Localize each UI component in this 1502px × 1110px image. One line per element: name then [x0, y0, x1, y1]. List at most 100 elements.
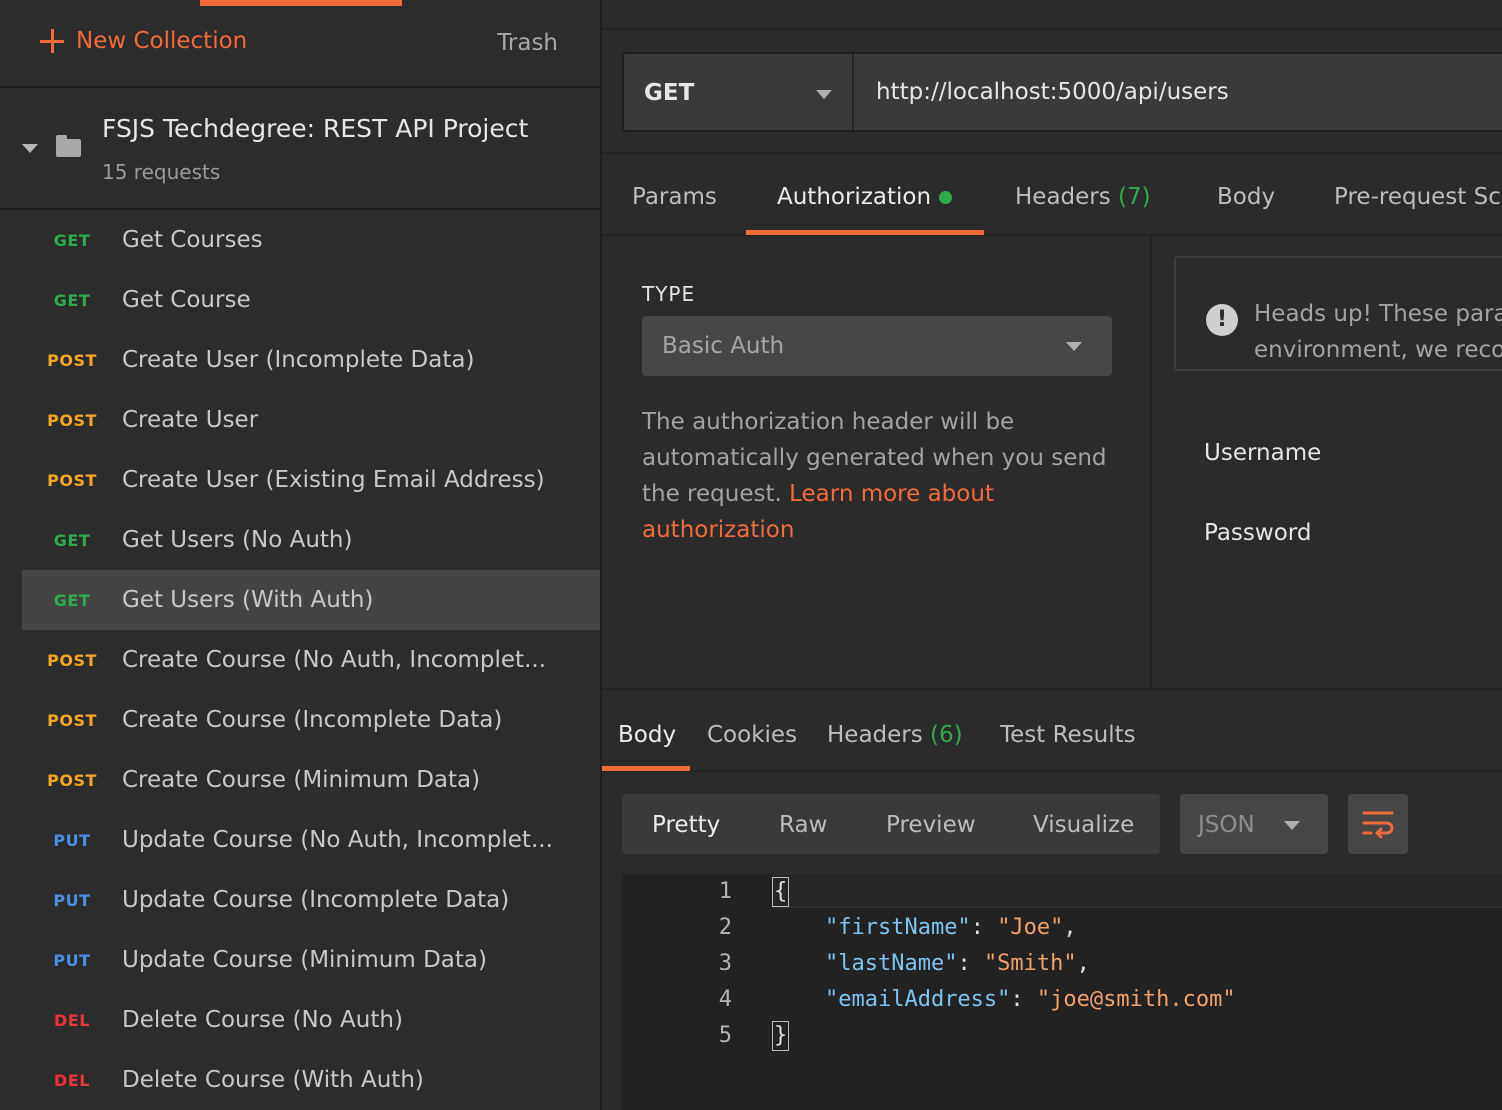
request-name: Update Course (No Auth, Incomplet...	[122, 827, 553, 853]
trash-button[interactable]: Trash	[497, 30, 558, 56]
request-name: Get Users (No Auth)	[122, 527, 353, 553]
request-item[interactable]: POST Create Course (No Auth, Incomplet...	[0, 630, 600, 690]
new-collection-label: New Collection	[76, 28, 248, 54]
request-name: Get Courses	[122, 227, 263, 253]
request-name: Update Course (Incomplete Data)	[122, 887, 510, 913]
response-headers-count: (6)	[930, 722, 963, 748]
request-item-selected[interactable]: GET Get Users (With Auth)	[22, 570, 600, 630]
wrap-lines-icon	[1362, 811, 1394, 839]
tab-body[interactable]: Body	[1217, 184, 1275, 210]
method-badge: PUT	[53, 890, 91, 910]
view-preview-button[interactable]: Preview	[886, 812, 976, 838]
method-badge: GET	[53, 230, 91, 250]
response-body-editor[interactable]: 1 2 3 4 5 { "firstName": "Joe", "lastNam…	[622, 874, 1502, 1110]
response-tab-body[interactable]: Body	[618, 722, 676, 748]
request-name: Get Users (With Auth)	[122, 587, 374, 613]
language-select[interactable]: JSON	[1180, 794, 1328, 854]
request-name: Get Course	[122, 287, 251, 313]
auth-type-panel: TYPE Basic Auth The authorization header…	[602, 236, 1152, 688]
request-name: Create Course (No Auth, Incomplet...	[122, 647, 547, 673]
code-line: "firstName": "Joe",	[824, 915, 1077, 940]
request-name: Create User	[122, 407, 259, 433]
tab-headers[interactable]: Headers (7)	[1015, 184, 1151, 210]
url-input[interactable]	[856, 54, 1502, 130]
code-line: "lastName": "Smith",	[824, 951, 1090, 976]
method-badge: DEL	[54, 1010, 90, 1030]
view-raw-button[interactable]: Raw	[779, 812, 827, 838]
new-collection-button[interactable]: New Collection	[40, 28, 247, 54]
response-tab-cookies[interactable]: Cookies	[707, 722, 797, 748]
method-badge: PUT	[53, 950, 91, 970]
response-tabs: Body Cookies Headers (6) Test Results	[602, 690, 1502, 772]
request-tabs: Params Authorization Headers (7) Body Pr…	[602, 152, 1502, 236]
method-badge: POST	[47, 350, 97, 370]
json-code: { "firstName": "Joe", "lastName": "Smith…	[772, 874, 1236, 1054]
wrap-lines-button[interactable]	[1348, 794, 1408, 854]
request-item[interactable]: POST Create User	[0, 390, 600, 450]
request-editor: GET Params Authorization Headers (7) Bod…	[602, 0, 1502, 1110]
collection-header[interactable]: FSJS Techdegree: REST API Project 15 req…	[0, 88, 600, 210]
method-badge: POST	[47, 770, 97, 790]
json-key: "lastName"	[824, 951, 958, 976]
open-brace: {	[772, 877, 790, 907]
request-item[interactable]: POST Create User (Incomplete Data)	[0, 330, 600, 390]
method-badge: GET	[53, 590, 91, 610]
method-badge: GET	[53, 290, 91, 310]
tab-params[interactable]: Params	[632, 184, 717, 210]
folder-icon	[56, 135, 81, 157]
heads-up-line: Heads up! These parar	[1254, 301, 1502, 327]
request-name: Delete Course (With Auth)	[122, 1067, 424, 1093]
method-badge: PUT	[53, 830, 91, 850]
tab-headers-label: Headers	[1015, 184, 1111, 210]
method-badge: POST	[47, 650, 97, 670]
url-bar: GET	[622, 52, 1502, 132]
request-item[interactable]: PUT Update Course (Minimum Data)	[0, 930, 600, 990]
request-item[interactable]: POST Create User (Existing Email Address)	[0, 450, 600, 510]
method-select[interactable]: GET	[624, 54, 854, 130]
tab-authorization[interactable]: Authorization	[777, 184, 953, 210]
auth-description: The authorization header will be automat…	[642, 404, 1112, 548]
response-tab-headers-label: Headers	[827, 722, 923, 748]
sidebar: New Collection Trash FSJS Techdegree: RE…	[0, 0, 602, 1110]
method-badge: POST	[47, 410, 97, 430]
active-response-tab-underline	[602, 766, 690, 771]
view-pretty-button[interactable]: Pretty	[652, 812, 720, 838]
method-badge: POST	[47, 710, 97, 730]
collection-title: FSJS Techdegree: REST API Project	[102, 114, 529, 143]
request-item[interactable]: POST Create Course (Incomplete Data)	[0, 690, 600, 750]
caret-down-icon[interactable]	[22, 144, 38, 153]
line-number: 1	[718, 879, 732, 904]
view-mode-group: Pretty Raw Preview Visualize	[622, 794, 1160, 854]
chevron-down-icon	[1284, 821, 1300, 830]
request-item[interactable]: PUT Update Course (Incomplete Data)	[0, 870, 600, 930]
line-number: 5	[718, 1023, 732, 1048]
username-label: Username	[1204, 440, 1322, 466]
request-list: GET Get Courses GET Get Course POST Create …	[0, 210, 600, 1110]
request-item[interactable]: GET Get Course	[0, 270, 600, 330]
request-item[interactable]: GET Get Courses	[0, 210, 600, 270]
method-badge: GET	[53, 530, 91, 550]
active-tab-underline	[746, 230, 984, 235]
method-badge: POST	[47, 470, 97, 490]
password-label: Password	[1204, 520, 1312, 546]
tab-prerequest-script[interactable]: Pre-request Scr	[1334, 184, 1502, 210]
view-visualize-button[interactable]: Visualize	[1033, 812, 1134, 838]
auth-type-label: TYPE	[642, 282, 696, 306]
response-tab-headers[interactable]: Headers (6)	[827, 722, 963, 748]
heads-up-notice: ! Heads up! These parar environment, we …	[1174, 256, 1502, 371]
request-item[interactable]: POST Create Course (Minimum Data)	[0, 750, 600, 810]
auth-type-select[interactable]: Basic Auth	[642, 316, 1112, 376]
code-line: {	[772, 874, 1236, 910]
response-tab-test-results[interactable]: Test Results	[1000, 722, 1136, 748]
request-item[interactable]: DEL Delete Course (With Auth)	[0, 1050, 600, 1110]
request-item[interactable]: DEL Delete Course (No Auth)	[0, 990, 600, 1050]
code-line: "emailAddress": "joe@smith.com"	[824, 987, 1236, 1012]
request-title-strip	[602, 0, 1502, 30]
json-value: "Smith"	[983, 951, 1077, 976]
tab-authorization-label: Authorization	[777, 184, 932, 210]
chevron-down-icon	[816, 90, 832, 99]
sidebar-toolbar: New Collection Trash	[0, 6, 600, 88]
json-key: "firstName"	[824, 915, 971, 940]
request-item[interactable]: PUT Update Course (No Auth, Incomplet...	[0, 810, 600, 870]
request-item[interactable]: GET Get Users (No Auth)	[0, 510, 600, 570]
